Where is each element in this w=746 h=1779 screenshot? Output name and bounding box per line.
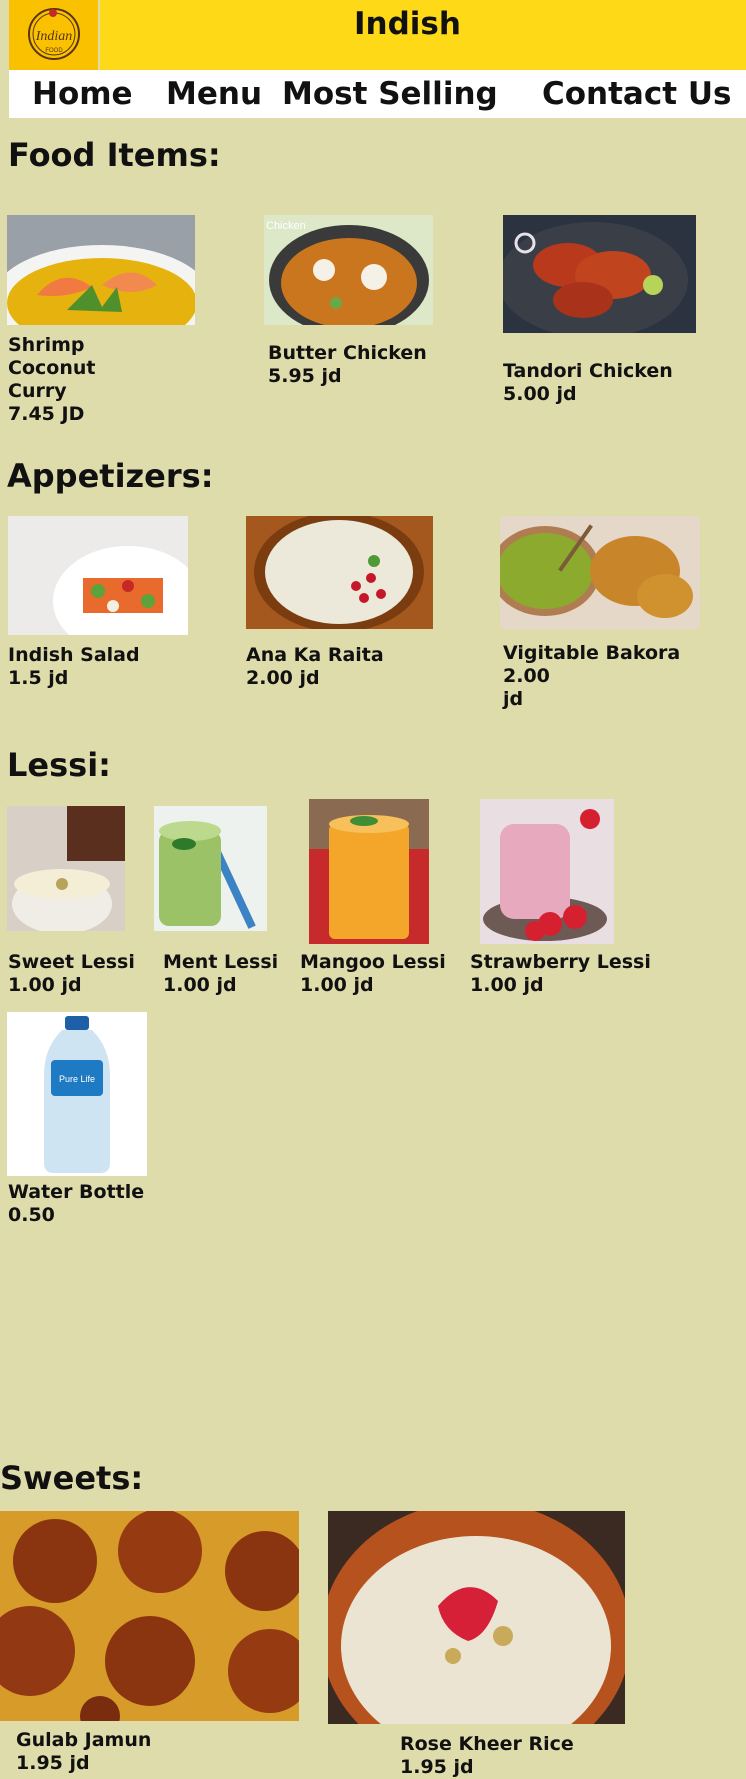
butter-chicken-image[interactable]: Chicken bbox=[264, 215, 433, 325]
section-title-lessi: Lessi: bbox=[7, 746, 111, 784]
ment-lessi-image[interactable] bbox=[154, 806, 267, 931]
ment-lessi-price: 1.00 jd bbox=[163, 974, 237, 996]
rose-kheer-price: 1.95 jd bbox=[400, 1756, 474, 1778]
water-bottle-brand-text: Pure Life bbox=[59, 1074, 95, 1084]
gulab-jamun-label: Gulab Jamun 1.95 jd bbox=[16, 1729, 152, 1774]
ana-ka-raita-label: Ana Ka Raita 2.00 jd bbox=[246, 644, 384, 689]
ana-ka-raita-image[interactable] bbox=[246, 516, 433, 629]
logo-text: Indian bbox=[35, 29, 73, 44]
butter-chicken-overlay-text: Chicken bbox=[266, 220, 306, 232]
site-title: Indish bbox=[354, 6, 461, 42]
sweet-lessi-price: 1.00 jd bbox=[8, 974, 82, 996]
tandori-chicken-price: 5.00 jd bbox=[503, 383, 577, 405]
butter-chicken-price: 5.95 jd bbox=[268, 365, 342, 387]
shrimp-curry-price: 7.45 JD bbox=[8, 403, 85, 425]
vigitable-bakora-image[interactable] bbox=[500, 516, 700, 629]
mangoo-lessi-price: 1.00 jd bbox=[300, 974, 374, 996]
sweet-lessi-image[interactable] bbox=[7, 806, 125, 931]
butter-chicken-label: Butter Chicken 5.95 jd bbox=[268, 342, 427, 387]
strawberry-lessi-label: Strawberry Lessi 1.00 jd bbox=[470, 951, 651, 996]
logo-icon: Indian FOOD bbox=[28, 8, 80, 60]
nav-contact-link[interactable]: Contact Us bbox=[542, 76, 731, 112]
indish-salad-price: 1.5 jd bbox=[8, 667, 69, 689]
indish-salad-image[interactable] bbox=[8, 516, 188, 635]
gulab-jamun-price: 1.95 jd bbox=[16, 1752, 90, 1774]
nav-home-link[interactable]: Home bbox=[32, 76, 133, 112]
vigitable-bakora-price-unit: jd bbox=[503, 688, 524, 710]
strawberry-lessi-price: 1.00 jd bbox=[470, 974, 544, 996]
section-title-appetizers: Appetizers: bbox=[7, 457, 214, 495]
section-title-sweets: Sweets: bbox=[0, 1459, 144, 1497]
mangoo-lessi-label: Mangoo Lessi 1.00 jd bbox=[300, 951, 446, 996]
vigitable-bakora-label: Vigitable Bakora 2.00 jd bbox=[503, 642, 681, 710]
tandori-chicken-label: Tandori Chicken 5.00 jd bbox=[503, 360, 673, 405]
logo-subtext: FOOD bbox=[45, 48, 63, 54]
shrimp-curry-image[interactable] bbox=[7, 215, 195, 325]
shrimp-curry-label: Shrimp Coconut Curry 7.45 JD bbox=[8, 334, 96, 425]
sweet-lessi-label: Sweet Lessi 1.00 jd bbox=[8, 951, 135, 996]
ment-lessi-label: Ment Lessi 1.00 jd bbox=[163, 951, 279, 996]
gulab-jamun-image[interactable] bbox=[0, 1511, 299, 1721]
mangoo-lessi-image[interactable] bbox=[309, 799, 429, 944]
nav-menu-link[interactable]: Menu bbox=[166, 76, 262, 112]
tandori-chicken-image[interactable] bbox=[503, 215, 696, 333]
indish-salad-label: Indish Salad 1.5 jd bbox=[8, 644, 140, 689]
nav-most-selling-link[interactable]: Most Selling bbox=[282, 76, 498, 112]
ana-ka-raita-price: 2.00 jd bbox=[246, 667, 320, 689]
rose-kheer-image[interactable] bbox=[328, 1511, 625, 1724]
water-bottle-label: Water Bottle 0.50 bbox=[8, 1181, 145, 1226]
logo-box[interactable]: Indian FOOD bbox=[9, 0, 98, 70]
water-bottle-image[interactable]: Pure Life bbox=[7, 1012, 147, 1176]
vigitable-bakora-price: 2.00 bbox=[503, 665, 550, 687]
strawberry-lessi-image[interactable] bbox=[480, 799, 614, 944]
rose-kheer-label: Rose Kheer Rice 1.95 jd bbox=[400, 1733, 574, 1778]
section-title-food-items: Food Items: bbox=[8, 136, 221, 174]
water-bottle-price: 0.50 bbox=[8, 1204, 55, 1226]
